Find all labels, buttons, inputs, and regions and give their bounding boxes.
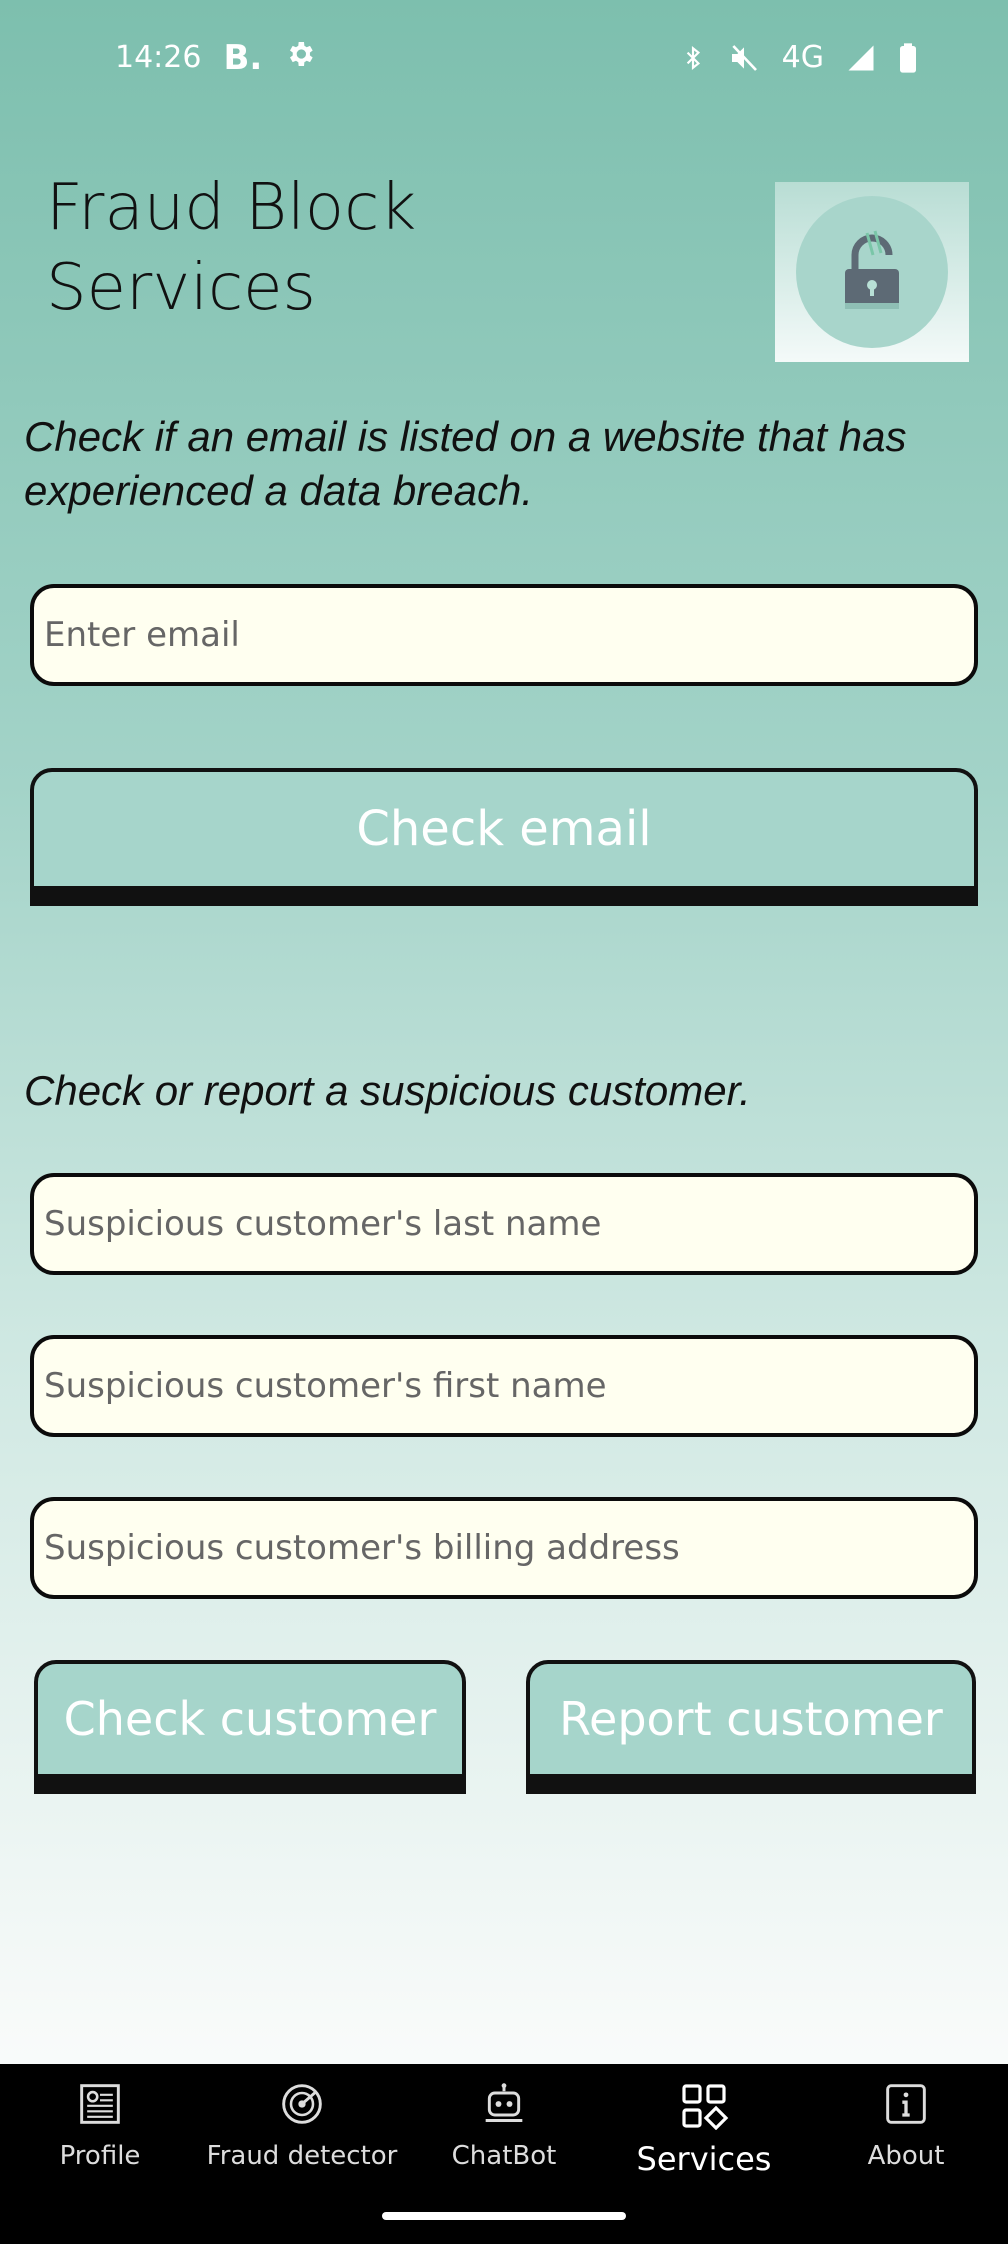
page-title: Fraud Block Services xyxy=(46,168,546,328)
email-section-description: Check if an email is listed on a website… xyxy=(24,413,907,514)
app-logo xyxy=(775,182,969,362)
check-customer-label: Check customer xyxy=(63,1692,437,1746)
status-time: 14:26 xyxy=(115,40,202,75)
nav-label-about: About xyxy=(867,2141,945,2171)
billing-address-placeholder: Suspicious customer's billing address xyxy=(44,1528,680,1568)
nav-label-chatbot: ChatBot xyxy=(451,2141,557,2171)
profile-icon xyxy=(78,2082,122,2133)
nav-label-profile: Profile xyxy=(59,2141,141,2171)
status-bar: 14:26 B. 4G xyxy=(0,0,1008,115)
radar-icon xyxy=(280,2082,324,2133)
nav-item-profile[interactable]: Profile xyxy=(0,2064,200,2204)
mute-icon xyxy=(728,42,760,74)
nav-item-services[interactable]: Services xyxy=(604,2064,804,2204)
bluetooth-icon xyxy=(680,42,706,74)
customer-section-description: Check or report a suspicious customer. xyxy=(24,1067,751,1114)
booking-icon: B. xyxy=(223,37,263,78)
settings-icon xyxy=(284,38,316,78)
info-icon xyxy=(884,2082,928,2133)
check-email-button[interactable]: Check email xyxy=(30,768,978,890)
services-icon xyxy=(678,2082,730,2138)
first-name-input[interactable]: Suspicious customer's first name xyxy=(30,1335,978,1437)
network-label: 4G xyxy=(781,40,824,75)
check-customer-button[interactable]: Check customer xyxy=(34,1660,466,1778)
check-email-label: Check email xyxy=(356,801,652,857)
last-name-placeholder: Suspicious customer's last name xyxy=(44,1204,602,1244)
home-indicator[interactable] xyxy=(382,2212,626,2220)
report-customer-label: Report customer xyxy=(559,1692,943,1746)
last-name-input[interactable]: Suspicious customer's last name xyxy=(30,1173,978,1275)
battery-icon xyxy=(898,42,918,74)
report-customer-button[interactable]: Report customer xyxy=(526,1660,976,1778)
nav-item-chatbot[interactable]: ChatBot xyxy=(404,2064,604,2204)
first-name-placeholder: Suspicious customer's first name xyxy=(44,1366,607,1406)
robot-icon xyxy=(482,2082,526,2133)
nav-label-fraud-detector: Fraud detector xyxy=(206,2141,398,2171)
nav-item-fraud-detector[interactable]: Fraud detector xyxy=(202,2064,402,2204)
lock-icon xyxy=(796,196,948,348)
nav-label-services: Services xyxy=(636,2140,772,2178)
nav-item-about[interactable]: About xyxy=(806,2064,1006,2204)
page-title-line2: Services xyxy=(46,251,316,325)
email-placeholder: Enter email xyxy=(44,615,240,655)
billing-address-input[interactable]: Suspicious customer's billing address xyxy=(30,1497,978,1599)
page-title-line1: Fraud Block xyxy=(46,171,417,245)
signal-icon xyxy=(846,43,876,73)
email-input[interactable]: Enter email xyxy=(30,584,978,686)
